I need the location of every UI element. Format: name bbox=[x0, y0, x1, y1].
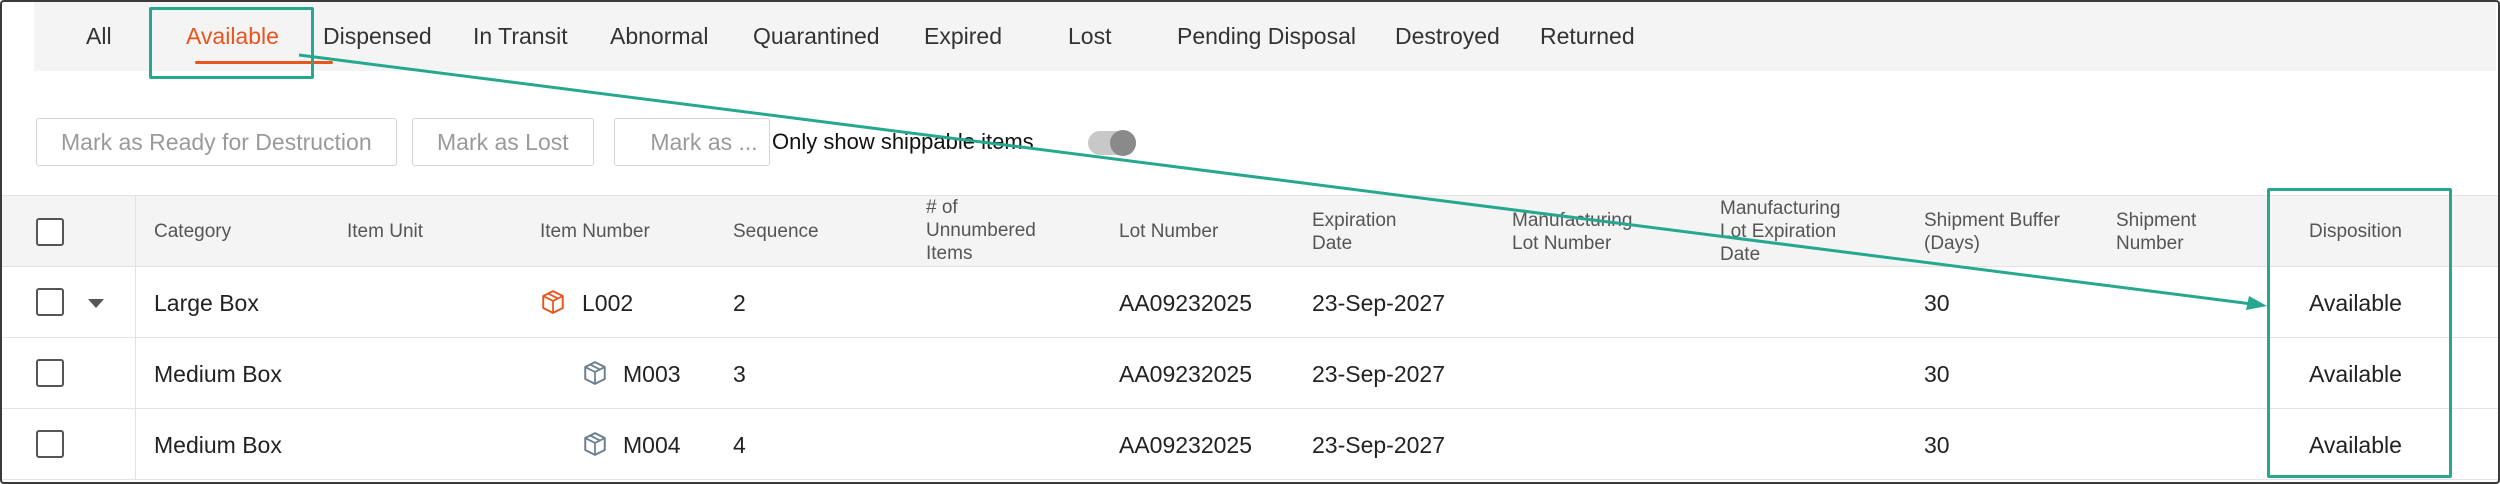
col-lot-number[interactable]: Lot Number bbox=[1119, 220, 1218, 243]
table-row[interactable]: Medium Box M003 3 AA09232025 23-Sep-2027… bbox=[2, 338, 2498, 409]
shippable-toggle-label: Only show shippable items bbox=[772, 129, 1034, 154]
col-item-number[interactable]: Item Number bbox=[540, 220, 650, 243]
box-gray-icon bbox=[584, 432, 606, 456]
cell-shipment-buffer: 30 bbox=[1924, 432, 1950, 458]
column-divider bbox=[135, 267, 136, 338]
table-row[interactable]: Large Box L002 2 AA09232025 23-Sep-2027 … bbox=[2, 267, 2498, 338]
cell-expiration-date: 23-Sep-2027 bbox=[1312, 432, 1445, 458]
cell-item-number[interactable]: L002 bbox=[582, 290, 633, 317]
cell-sequence: 3 bbox=[733, 361, 746, 387]
cell-item-number[interactable]: M003 bbox=[623, 361, 681, 388]
cell-item-number[interactable]: M004 bbox=[623, 432, 681, 459]
tab-destroyed[interactable]: Destroyed bbox=[1395, 2, 1500, 71]
tab-dispensed[interactable]: Dispensed bbox=[323, 2, 432, 71]
col-category[interactable]: Category bbox=[154, 220, 231, 243]
row-checkbox[interactable] bbox=[36, 288, 64, 316]
mark-as-dropdown-button[interactable]: Mark as ... bbox=[614, 118, 770, 166]
cell-lot-number: AA09232025 bbox=[1119, 290, 1253, 316]
col-unnumbered-items[interactable]: # of Unnumbered Items bbox=[926, 196, 1036, 265]
col-manufacturing-lot-expiration-date[interactable]: Manufacturing Lot Expiration Date bbox=[1720, 197, 1840, 266]
cell-lot-number: AA09232025 bbox=[1119, 361, 1253, 387]
tab-all[interactable]: All bbox=[86, 2, 112, 71]
status-tab-bar: All Available Dispensed In Transit Abnor… bbox=[34, 2, 2496, 71]
cell-sequence: 4 bbox=[733, 432, 746, 458]
box-gray-icon bbox=[584, 361, 606, 385]
column-divider bbox=[135, 338, 136, 409]
cell-expiration-date: 23-Sep-2027 bbox=[1312, 361, 1445, 387]
row-checkbox[interactable] bbox=[36, 430, 64, 458]
available-tab-highlight bbox=[149, 7, 314, 79]
col-sequence[interactable]: Sequence bbox=[733, 220, 819, 243]
box-orange-icon bbox=[542, 290, 564, 314]
disposition-column-highlight bbox=[2267, 188, 2452, 478]
col-expiration-date[interactable]: Expiration Date bbox=[1312, 209, 1397, 255]
column-divider bbox=[135, 196, 136, 268]
tab-expired[interactable]: Expired bbox=[924, 2, 1002, 71]
table-header: Category Item Unit Item Number Sequence … bbox=[2, 195, 2498, 268]
mark-ready-for-destruction-button[interactable]: Mark as Ready for Destruction bbox=[36, 118, 397, 166]
cell-sequence: 2 bbox=[733, 290, 746, 316]
toggle-knob bbox=[1110, 130, 1136, 156]
cell-category: Medium Box bbox=[154, 432, 282, 458]
mark-as-lost-button[interactable]: Mark as Lost bbox=[412, 118, 594, 166]
column-divider bbox=[135, 409, 136, 480]
tab-pending-disposal[interactable]: Pending Disposal bbox=[1177, 2, 1356, 71]
app-frame: All Available Dispensed In Transit Abnor… bbox=[0, 0, 2500, 484]
col-item-unit[interactable]: Item Unit bbox=[347, 220, 423, 243]
table-row[interactable]: Medium Box M004 4 AA09232025 23-Sep-2027… bbox=[2, 409, 2498, 480]
cell-shipment-buffer: 30 bbox=[1924, 290, 1950, 316]
tab-in-transit[interactable]: In Transit bbox=[473, 2, 568, 71]
tab-abnormal[interactable]: Abnormal bbox=[610, 2, 708, 71]
tab-quarantined[interactable]: Quarantined bbox=[753, 2, 880, 71]
col-shipment-buffer[interactable]: Shipment Buffer (Days) bbox=[1924, 209, 2060, 255]
tab-returned[interactable]: Returned bbox=[1540, 2, 1635, 71]
cell-category: Medium Box bbox=[154, 361, 282, 387]
cell-shipment-buffer: 30 bbox=[1924, 361, 1950, 387]
col-shipment-number[interactable]: Shipment Number bbox=[2116, 209, 2196, 255]
col-manufacturing-lot-number[interactable]: Manufacturing Lot Number bbox=[1512, 209, 1632, 255]
row-checkbox[interactable] bbox=[36, 359, 64, 387]
shippable-toggle[interactable] bbox=[1088, 130, 1136, 156]
cell-category: Large Box bbox=[154, 290, 259, 316]
select-all-checkbox[interactable] bbox=[36, 218, 64, 246]
cell-expiration-date: 23-Sep-2027 bbox=[1312, 290, 1445, 316]
cell-lot-number: AA09232025 bbox=[1119, 432, 1253, 458]
expand-caret-icon[interactable] bbox=[88, 299, 104, 308]
tab-lost[interactable]: Lost bbox=[1068, 2, 1111, 71]
